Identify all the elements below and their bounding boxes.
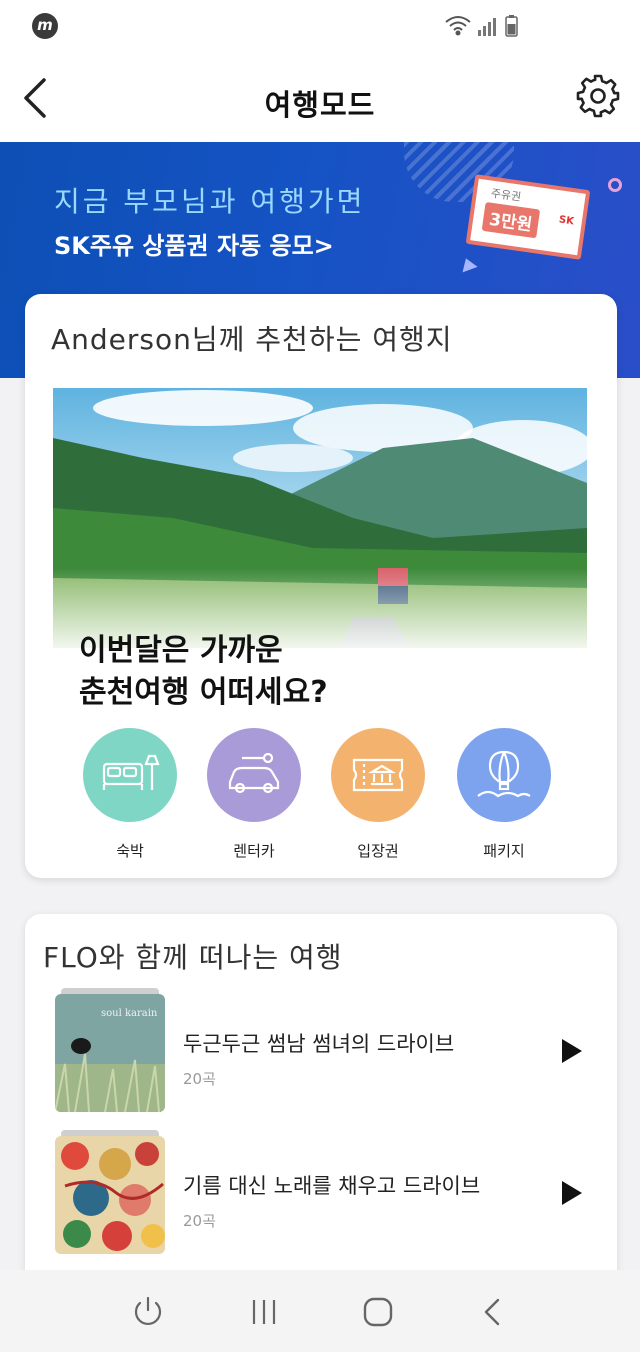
ticket-icon: [352, 758, 404, 792]
ticket-circle: [331, 728, 425, 822]
home-icon: [363, 1297, 393, 1327]
back-icon: [484, 1298, 500, 1326]
recents-button[interactable]: [244, 1294, 284, 1330]
signal-icon: [478, 18, 496, 36]
coupon-type: 주유권: [490, 186, 522, 204]
app-header: 여행모드: [0, 52, 640, 142]
flo-playlist-card: FLO와 함께 떠나는 여행 soul karain 두근두근 썸남 썸녀의 드…: [25, 914, 617, 1274]
recents-icon: [252, 1300, 276, 1324]
system-nav-bar: [0, 1270, 640, 1352]
home-button[interactable]: [358, 1294, 398, 1330]
recommendation-title: Anderson님께 추천하는 여행지: [51, 323, 453, 356]
wifi-icon: [445, 16, 471, 36]
decor-circle: [608, 178, 622, 192]
banner-subheadline: SK주유 상품권 자동 응모>: [54, 232, 334, 260]
category-lodging[interactable]: 숙박: [80, 728, 180, 861]
power-icon: [134, 1296, 162, 1325]
playlist-count: 20곡: [183, 1070, 216, 1088]
car-icon: [228, 752, 280, 794]
balloon-icon: [477, 750, 531, 798]
category-label: 패키지: [483, 842, 525, 860]
playlist-name: 두근두근 썸남 썸녀의 드라이브: [183, 1032, 455, 1056]
play-icon: [562, 1039, 582, 1063]
page-title: 여행모드: [264, 88, 376, 122]
category-label: 숙박: [116, 842, 144, 860]
coupon-brand: SK: [558, 214, 575, 228]
caption-line-2: 춘천여행 어떠세요?: [79, 675, 328, 710]
play-button[interactable]: [559, 1178, 585, 1208]
banner-headline: 지금 부모님과 여행가면: [54, 185, 366, 218]
album-cover: soul karain: [55, 994, 165, 1112]
flo-section-title: FLO와 함께 떠나는 여행: [43, 941, 343, 974]
destination-caption: 이번달은 가까운 춘천여행 어떠세요?: [79, 630, 328, 714]
playlist-item[interactable]: soul karain 두근두근 썸남 썸녀의 드라이브 20곡: [55, 988, 595, 1114]
app-logo-icon: m: [32, 13, 58, 39]
status-bar: m: [0, 0, 640, 52]
playlist-item[interactable]: 기름 대신 노래를 채우고 드라이브 20곡: [55, 1130, 595, 1256]
package-circle: [457, 728, 551, 822]
system-back-button[interactable]: [474, 1294, 514, 1330]
category-package[interactable]: 패키지: [454, 728, 554, 861]
album-cover: [55, 1136, 165, 1254]
settings-button[interactable]: [574, 72, 622, 120]
category-label: 입장권: [357, 842, 399, 860]
album-text: soul karain: [101, 1008, 158, 1019]
play-button[interactable]: [559, 1036, 585, 1066]
recommendation-card: Anderson님께 추천하는 여행지 이번달은 가까운 춘천여행 어떠세요?: [25, 294, 617, 878]
rentacar-circle: [207, 728, 301, 822]
decor-triangle: [458, 255, 478, 273]
bed-icon: [102, 754, 160, 790]
gear-icon: [576, 74, 620, 118]
coupon-amount: 3만원: [481, 201, 541, 239]
playlist-count: 20곡: [183, 1212, 216, 1230]
power-button[interactable]: [128, 1294, 168, 1330]
playlist-name: 기름 대신 노래를 채우고 드라이브: [183, 1174, 481, 1198]
play-icon: [562, 1181, 582, 1205]
battery-icon: [505, 15, 518, 37]
status-icons: [445, 15, 518, 37]
category-rentacar[interactable]: 렌터카: [204, 728, 304, 861]
lodging-circle: [83, 728, 177, 822]
fuel-coupon-illustration: 주유권 3만원 SK: [465, 174, 591, 260]
category-ticket[interactable]: 입장권: [328, 728, 428, 861]
category-label: 렌터카: [233, 842, 275, 860]
caption-line-1: 이번달은 가까운: [79, 633, 283, 668]
